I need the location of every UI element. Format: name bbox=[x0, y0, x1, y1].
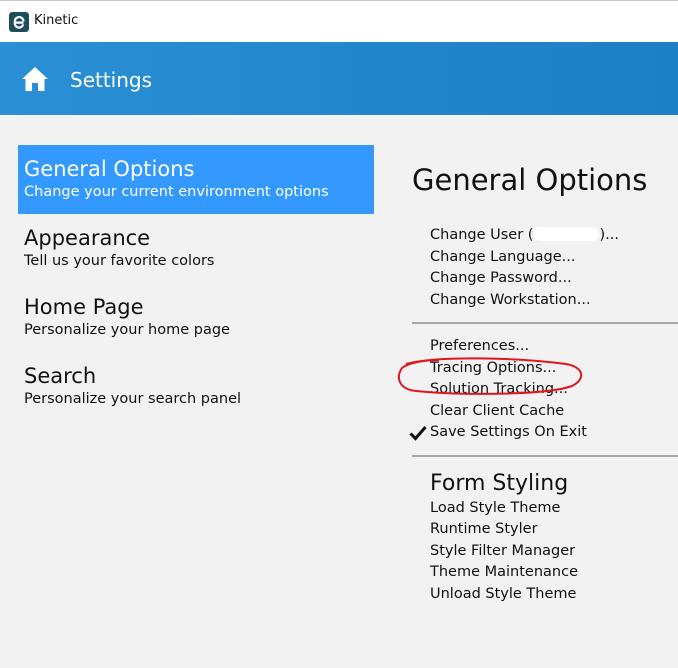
style-filter-manager-link[interactable]: Style Filter Manager bbox=[430, 541, 678, 563]
redacted-username bbox=[533, 227, 600, 241]
nav-item-description: Change your current environment options bbox=[24, 184, 329, 200]
nav-item-appearance[interactable]: Appearance Tell us your favorite colors bbox=[18, 214, 374, 283]
change-password-link[interactable]: Change Password... bbox=[430, 268, 678, 290]
environment-options-group: Preferences... Tracing Options... Soluti… bbox=[409, 336, 678, 444]
home-icon[interactable] bbox=[21, 66, 49, 92]
load-style-theme-link[interactable]: Load Style Theme bbox=[430, 498, 678, 520]
tracing-options-link[interactable]: Tracing Options... bbox=[430, 358, 678, 380]
nav-item-home-page[interactable]: Home Page Personalize your home page bbox=[18, 283, 374, 352]
window-title: Kinetic bbox=[34, 13, 79, 28]
save-settings-on-exit-toggle[interactable]: Save Settings On Exit bbox=[409, 422, 678, 444]
change-user-prefix: Change User ( bbox=[430, 227, 534, 243]
change-user-suffix: )... bbox=[599, 227, 619, 243]
user-options-group: Change User ()... Change Language... Cha… bbox=[430, 225, 678, 311]
preferences-link[interactable]: Preferences... bbox=[430, 336, 678, 358]
settings-header: Settings bbox=[0, 42, 678, 115]
nav-item-description: Personalize your home page bbox=[24, 322, 230, 338]
nav-item-title: General Options bbox=[24, 157, 195, 181]
window-titlebar: Kinetic bbox=[0, 0, 678, 42]
section-divider bbox=[412, 454, 678, 457]
clear-client-cache-link[interactable]: Clear Client Cache bbox=[430, 401, 678, 423]
nav-item-title: Search bbox=[24, 364, 97, 388]
nav-item-description: Personalize your search panel bbox=[24, 391, 242, 407]
nav-item-description: Tell us your favorite colors bbox=[24, 253, 215, 269]
section-divider bbox=[412, 322, 678, 324]
checkmark-icon bbox=[409, 426, 427, 441]
panel-title: General Options bbox=[412, 163, 648, 197]
theme-maintenance-link[interactable]: Theme Maintenance bbox=[430, 562, 678, 584]
solution-tracking-link[interactable]: Solution Tracking... bbox=[430, 379, 678, 401]
change-workstation-link[interactable]: Change Workstation... bbox=[430, 290, 678, 312]
form-styling-group: Load Style Theme Runtime Styler Style Fi… bbox=[430, 498, 678, 606]
unload-style-theme-link[interactable]: Unload Style Theme bbox=[430, 584, 678, 606]
nav-item-title: Home Page bbox=[24, 295, 144, 319]
save-settings-on-exit-label: Save Settings On Exit bbox=[430, 424, 587, 440]
nav-item-general-options[interactable]: General Options Change your current envi… bbox=[18, 145, 374, 214]
form-styling-title: Form Styling bbox=[430, 470, 569, 496]
change-user-link[interactable]: Change User ()... bbox=[430, 225, 678, 247]
general-options-panel: General Options Change User ()... Change… bbox=[409, 160, 678, 606]
settings-nav: General Options Change your current envi… bbox=[18, 145, 374, 421]
runtime-styler-link[interactable]: Runtime Styler bbox=[430, 519, 678, 541]
change-language-link[interactable]: Change Language... bbox=[430, 247, 678, 269]
nav-item-search[interactable]: Search Personalize your search panel bbox=[18, 352, 374, 421]
nav-item-title: Appearance bbox=[24, 226, 151, 250]
page-title: Settings bbox=[70, 68, 153, 92]
kinetic-logo-icon bbox=[9, 12, 29, 32]
